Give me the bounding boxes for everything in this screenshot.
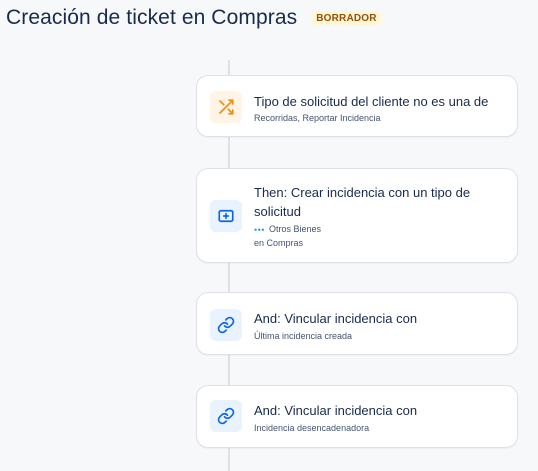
header: Creación de ticket en Compras BORRADOR [6, 6, 381, 30]
rule-step-link-issue[interactable]: And: Vincular incidencia con Última inci… [196, 292, 518, 355]
rule-step-link-issue[interactable]: And: Vincular incidencia con Incidencia … [196, 385, 518, 448]
step-subtitle: Recorridas, Reportar Incidencia [254, 113, 381, 123]
step-title: Then: Crear incidencia con un tipo de so… [254, 185, 471, 219]
step-subtitle: en Compras [254, 238, 304, 248]
step-detail: ••• Otros Bienes [254, 223, 321, 236]
shuffle-icon [210, 91, 242, 123]
step-detail-label: Otros Bienes [268, 224, 321, 234]
link-icon [210, 309, 242, 341]
step-title: And: Vincular incidencia con [254, 311, 418, 326]
add-issue-icon [210, 200, 242, 232]
status-badge: BORRADOR [312, 10, 381, 26]
step-title: And: Vincular incidencia con [254, 403, 418, 418]
page-title: Creación de ticket en Compras [6, 6, 298, 29]
dots-icon: ••• [254, 224, 265, 235]
step-title: Tipo de solicitud del cliente no es una … [254, 94, 489, 109]
rule-step-create-issue[interactable]: Then: Crear incidencia con un tipo de so… [196, 168, 518, 263]
step-subtitle: Incidencia desencadenadora [254, 423, 370, 433]
rule-step-condition[interactable]: Tipo de solicitud del cliente no es una … [196, 75, 518, 137]
link-icon [210, 400, 242, 432]
step-subtitle: Última incidencia creada [254, 331, 353, 341]
